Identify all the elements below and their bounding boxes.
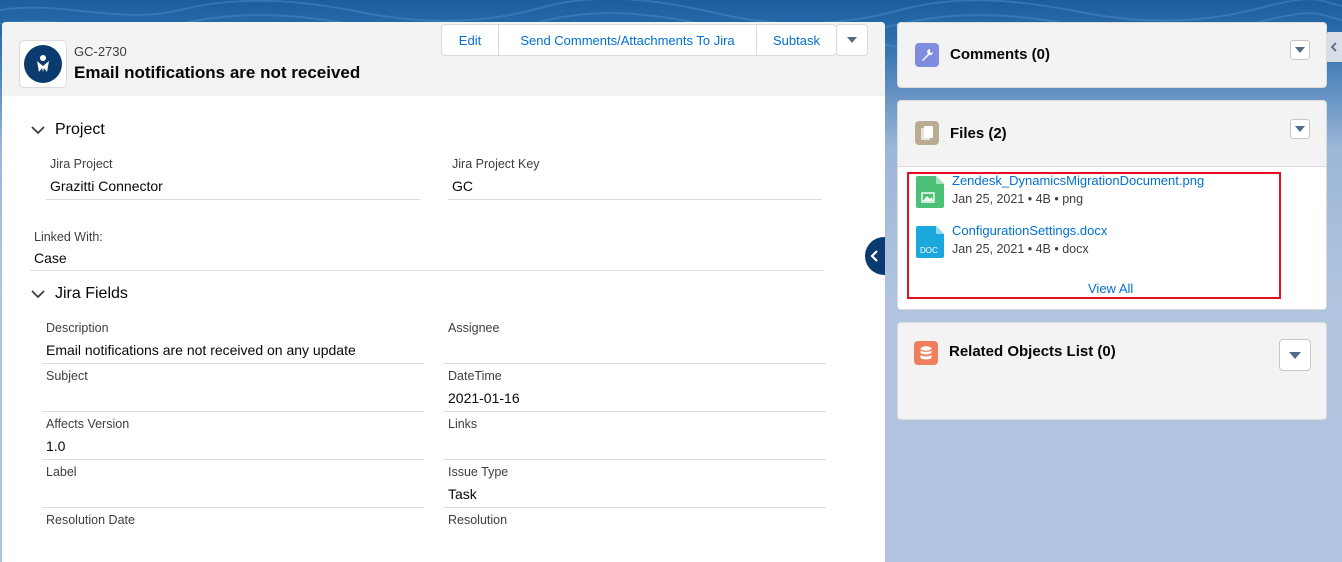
- comments-menu-button[interactable]: [1290, 40, 1310, 60]
- issue-type-value: Task: [448, 486, 477, 502]
- description-label: Description: [46, 321, 109, 335]
- record-avatar: [19, 40, 67, 88]
- field-divider: [444, 459, 826, 460]
- edit-button[interactable]: Edit: [441, 24, 499, 56]
- project-section-toggle[interactable]: Project: [31, 121, 105, 139]
- wrench-icon: [915, 43, 939, 67]
- related-objects-menu-button[interactable]: [1279, 339, 1311, 371]
- field-divider: [444, 363, 826, 364]
- record-detail-card: GC-2730 Email notifications are not rece…: [2, 22, 885, 562]
- files-title[interactable]: Files (2): [950, 125, 1007, 142]
- field-divider: [42, 363, 424, 364]
- affects-version-label: Affects Version: [46, 417, 130, 431]
- field-divider: [30, 270, 824, 271]
- files-menu-button[interactable]: [1290, 119, 1310, 139]
- jira-fields-section-title: Jira Fields: [55, 285, 128, 302]
- database-icon: [914, 341, 938, 365]
- jira-fields-section-toggle[interactable]: Jira Fields: [31, 285, 128, 303]
- chevron-left-icon: [1330, 42, 1337, 52]
- chevron-down-icon: [1289, 351, 1301, 359]
- send-comments-attachments-button[interactable]: Send Comments/Attachments To Jira: [498, 24, 757, 56]
- linked-with-label: Linked With:: [34, 230, 103, 244]
- resolution-date-label: Resolution Date: [46, 513, 135, 527]
- field-divider: [42, 459, 424, 460]
- field-divider: [444, 411, 826, 412]
- jira-logo-icon: [24, 45, 62, 83]
- jira-project-value: Grazitti Connector: [50, 178, 163, 194]
- datetime-value: 2021-01-16: [448, 390, 520, 406]
- record-actions: Edit Send Comments/Attachments To Jira S…: [441, 24, 837, 56]
- comments-title[interactable]: Comments (0): [950, 46, 1050, 63]
- links-label: Links: [448, 417, 478, 431]
- field-divider: [42, 507, 424, 508]
- datetime-label: DateTime: [448, 369, 502, 383]
- chevron-down-icon: [847, 37, 857, 43]
- affects-version-value: 1.0: [46, 438, 66, 454]
- linked-with-value: Case: [34, 250, 67, 266]
- subject-label: Subject: [46, 369, 88, 383]
- more-actions-button[interactable]: [836, 24, 868, 56]
- chevron-down-icon: [1295, 126, 1305, 132]
- label-field-label: Label: [46, 465, 77, 479]
- comments-card: Comments (0): [897, 22, 1327, 88]
- project-section-title: Project: [55, 121, 105, 138]
- description-value: Email notifications are not received on …: [46, 342, 356, 358]
- chevron-down-icon: [31, 125, 45, 135]
- subtask-button[interactable]: Subtask: [756, 24, 837, 56]
- resolution-label: Resolution: [448, 513, 508, 527]
- related-objects-title[interactable]: Related Objects List (0): [949, 343, 1116, 360]
- chevron-down-icon: [1295, 47, 1305, 53]
- utility-sidebar-tab[interactable]: [1325, 32, 1342, 62]
- assignee-label: Assignee: [448, 321, 500, 335]
- chevron-left-icon: [870, 250, 878, 262]
- field-divider: [42, 411, 424, 412]
- issue-type-label: Issue Type: [448, 465, 509, 479]
- field-divider: [448, 199, 822, 200]
- jira-project-key-value: GC: [452, 178, 473, 194]
- chevron-down-icon: [31, 289, 45, 299]
- files-icon: [915, 121, 939, 145]
- jira-project-label: Jira Project: [50, 157, 113, 171]
- field-divider: [46, 199, 420, 200]
- field-divider: [444, 507, 826, 508]
- related-objects-card: Related Objects List (0): [897, 322, 1327, 420]
- record-title: Email notifications are not received: [74, 63, 361, 82]
- record-id: GC-2730: [74, 44, 127, 59]
- files-highlight-box: [907, 172, 1281, 299]
- jira-project-key-label: Jira Project Key: [452, 157, 540, 171]
